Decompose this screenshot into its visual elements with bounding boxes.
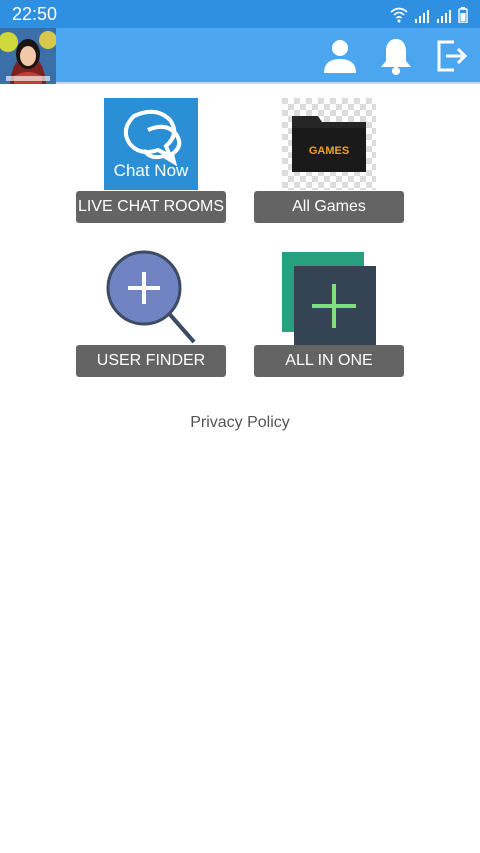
chat-bubbles-icon: Chat Now — [104, 98, 198, 190]
user-finder-image[interactable] — [104, 250, 198, 346]
tile-user-finder[interactable]: USER FINDER — [76, 250, 226, 378]
battery-icon — [458, 7, 468, 23]
privacy-policy-link[interactable]: Privacy Policy — [0, 414, 480, 432]
live-chat-rooms-button[interactable]: LIVE CHAT ROOMS — [76, 191, 226, 223]
all-games-button[interactable]: All Games — [254, 191, 404, 223]
tile-all-games[interactable]: GAMES All Games — [254, 98, 404, 224]
notifications-button[interactable] — [376, 36, 416, 76]
games-folder-icon: GAMES — [282, 98, 376, 190]
signal-icon — [415, 10, 429, 23]
avatar[interactable] — [0, 28, 56, 84]
exit-icon — [437, 40, 468, 72]
all-in-one-image[interactable] — [282, 250, 378, 346]
status-bar: 22:50 — [0, 0, 480, 28]
app-bar — [0, 28, 480, 84]
profile-button[interactable] — [320, 36, 360, 76]
chat-now-text: Chat Now — [114, 161, 189, 180]
all-in-one-button[interactable]: ALL IN ONE — [254, 345, 404, 377]
tile-all-in-one[interactable]: ALL IN ONE — [254, 250, 404, 378]
search-plus-icon — [106, 250, 196, 344]
wifi-icon — [390, 7, 408, 23]
user-finder-button[interactable]: USER FINDER — [76, 345, 226, 377]
games-folder-image[interactable]: GAMES — [282, 98, 376, 190]
bell-icon — [381, 39, 411, 75]
chat-now-image[interactable]: Chat Now — [104, 98, 198, 190]
add-square-icon — [282, 252, 376, 346]
person-icon — [324, 40, 356, 73]
status-time: 22:50 — [12, 4, 58, 24]
tile-live-chat-rooms[interactable]: Chat Now LIVE CHAT ROOMS — [76, 98, 226, 224]
logout-button[interactable] — [432, 36, 472, 76]
status-icons — [390, 5, 468, 23]
games-text: GAMES — [309, 145, 349, 157]
signal-icon — [437, 10, 451, 23]
